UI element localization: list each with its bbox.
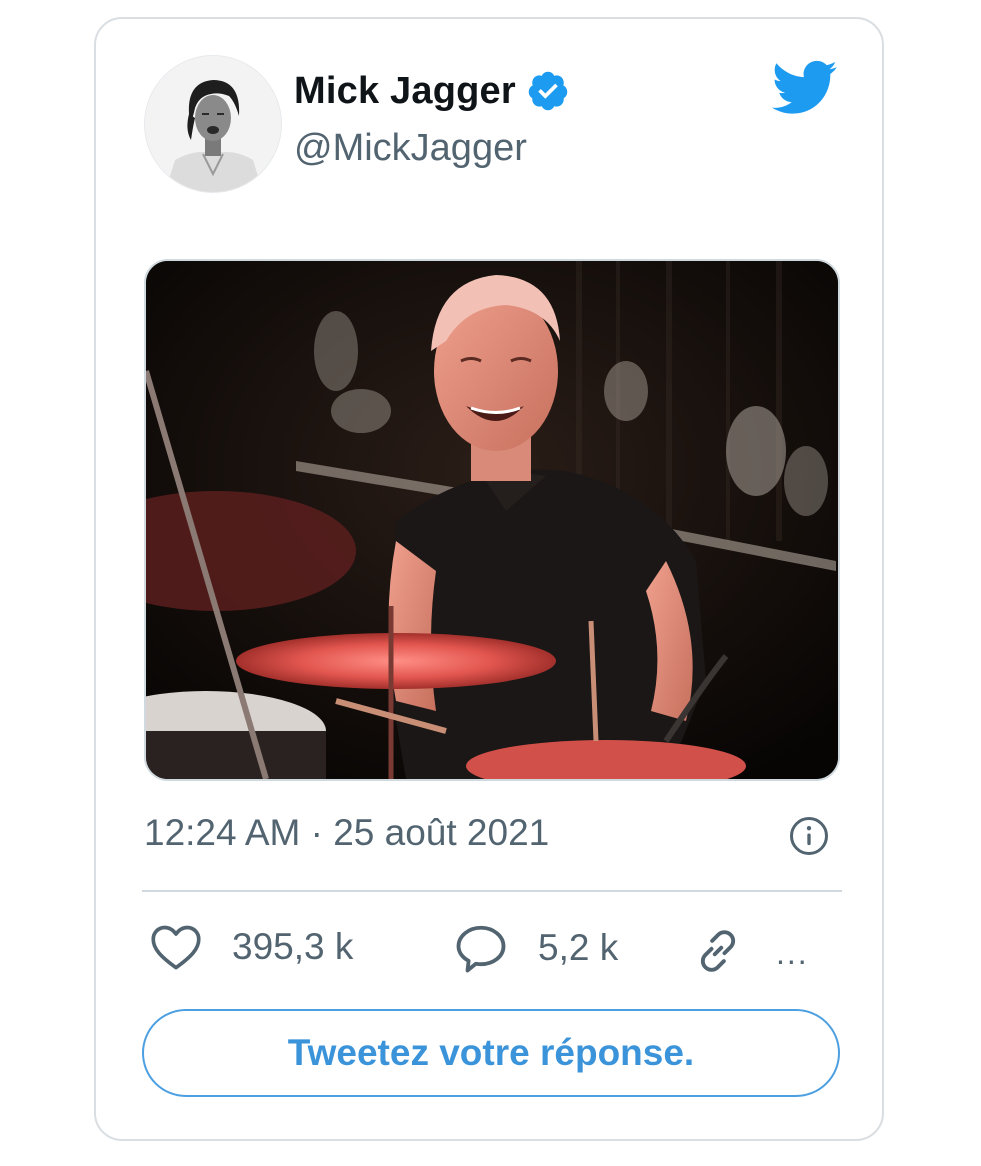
author-handle[interactable]: @MickJagger [294, 127, 527, 170]
like-count: 395,3 k [232, 926, 354, 967]
copy-link-button[interactable] [692, 925, 744, 977]
tweet-card: Mick Jagger @MickJagger 12:24 AM · 25 ao… [94, 17, 884, 1141]
reply-bubble-icon [456, 925, 506, 973]
tweet-media[interactable] [144, 259, 840, 781]
twitter-bird-icon[interactable] [772, 59, 838, 117]
avatar[interactable] [144, 55, 282, 193]
tweet-reply-button[interactable]: Tweetez votre réponse. [142, 1009, 840, 1097]
link-icon [700, 930, 736, 972]
author-display-name[interactable]: Mick Jagger [294, 70, 516, 113]
reply-action[interactable]: 5,2 k [454, 923, 618, 973]
more-label: ... [776, 935, 809, 971]
verified-badge-icon [528, 71, 568, 111]
divider [142, 890, 842, 892]
reply-count: 5,2 k [538, 927, 619, 968]
info-icon[interactable] [789, 816, 829, 856]
heart-icon [151, 925, 201, 970]
author-name-row[interactable]: Mick Jagger [294, 69, 570, 113]
tweet-timestamp[interactable]: 12:24 AM · 25 août 2021 [144, 812, 549, 854]
more-options-button[interactable]: ... [776, 935, 809, 972]
tweet-photo [146, 261, 838, 779]
like-button[interactable]: 395,3 k [150, 923, 353, 971]
avatar-photo [145, 56, 281, 192]
